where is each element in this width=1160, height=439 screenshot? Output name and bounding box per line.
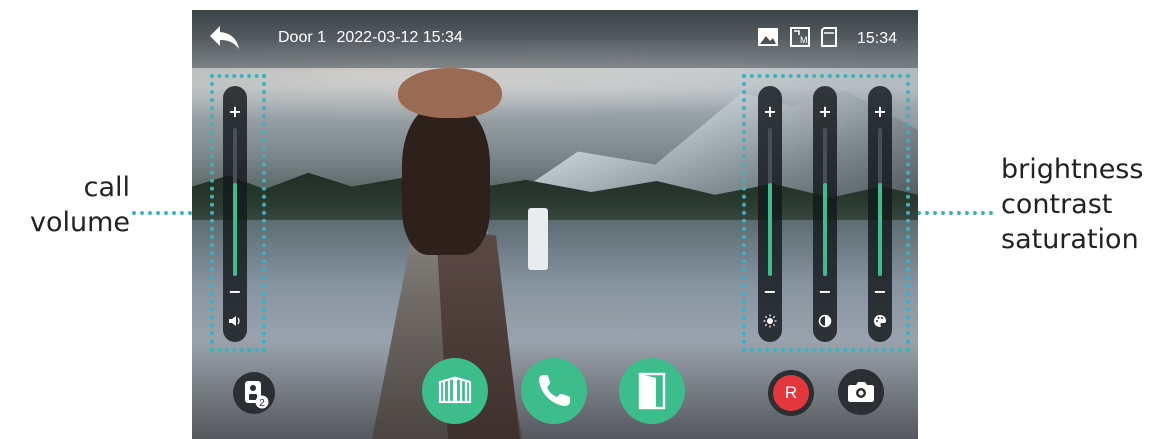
visitor-hair — [402, 105, 490, 255]
image-adjust-annotation: brightness contrast saturation — [1001, 152, 1143, 257]
saturation-minus-button[interactable]: − — [868, 284, 892, 300]
contrast-slider[interactable]: + − — [813, 86, 837, 342]
volume-minus-button[interactable]: − — [223, 284, 247, 300]
annotation-saturation: saturation — [1001, 224, 1139, 255]
saturation-slider[interactable]: + − — [868, 86, 892, 342]
monitor-switch-button[interactable]: 2 — [233, 372, 275, 414]
annotation-line-1: call — [83, 172, 130, 203]
camera-icon — [848, 382, 874, 402]
gate-unlock-button[interactable] — [422, 358, 488, 424]
brightness-track[interactable] — [768, 128, 772, 276]
call-volume-annotation: call volume — [20, 170, 130, 240]
palette-icon — [874, 315, 886, 327]
gate-icon — [438, 376, 472, 404]
contrast-minus-button[interactable]: − — [813, 284, 837, 300]
sun-icon — [763, 314, 777, 328]
clock: 15:34 — [857, 30, 898, 47]
record-button[interactable]: R — [768, 370, 814, 416]
door-name: Door 1 — [278, 29, 327, 46]
annotation-line-2: volume — [29, 207, 130, 238]
brightness-fill — [768, 182, 772, 276]
contrast-icon — [818, 314, 832, 328]
phone-icon — [539, 375, 570, 406]
contrast-track[interactable] — [823, 128, 827, 276]
back-button[interactable] — [208, 22, 242, 52]
intercom-screen: Door 1 2022-03-12 15:34 M 15:34 + − + − … — [192, 10, 918, 439]
annotation-brightness: brightness — [1001, 154, 1144, 185]
image-adjust-leader-line — [909, 211, 993, 215]
picture-icon — [758, 28, 778, 46]
volume-plus-button[interactable]: + — [223, 104, 247, 120]
saturation-plus-button[interactable]: + — [868, 104, 892, 120]
status-bar: Door 1 2022-03-12 15:34 M 15:34 — [192, 10, 918, 68]
visitor-hat — [398, 68, 502, 118]
visitor-cup — [528, 208, 548, 270]
annotation-contrast: contrast — [1001, 189, 1113, 220]
video-memo-icon: M — [790, 27, 810, 47]
memo-letter: M — [800, 35, 808, 45]
volume-slider[interactable]: + − — [223, 86, 247, 342]
snapshot-button[interactable] — [838, 369, 884, 415]
contrast-plus-button[interactable]: + — [813, 104, 837, 120]
volume-track[interactable] — [233, 128, 237, 276]
back-arrow-icon — [210, 26, 239, 49]
brightness-slider[interactable]: + − — [758, 86, 782, 342]
monitor-badge: 2 — [259, 398, 265, 409]
door-unlock-button[interactable] — [619, 358, 685, 424]
contrast-fill — [823, 182, 827, 276]
call-title: Door 1 2022-03-12 15:34 — [278, 29, 469, 47]
saturation-fill — [878, 182, 882, 276]
call-datetime: 2022-03-12 15:34 — [336, 29, 463, 46]
volume-fill — [233, 182, 237, 276]
brightness-plus-button[interactable]: + — [758, 104, 782, 120]
answer-call-button[interactable] — [521, 358, 587, 424]
speaker-icon — [229, 316, 240, 326]
saturation-track[interactable] — [878, 128, 882, 276]
door-icon — [638, 372, 666, 410]
sd-card-icon — [821, 27, 837, 47]
record-icon: R — [773, 375, 809, 411]
camera-unit-icon: 2 — [245, 381, 269, 409]
brightness-minus-button[interactable]: − — [758, 284, 782, 300]
